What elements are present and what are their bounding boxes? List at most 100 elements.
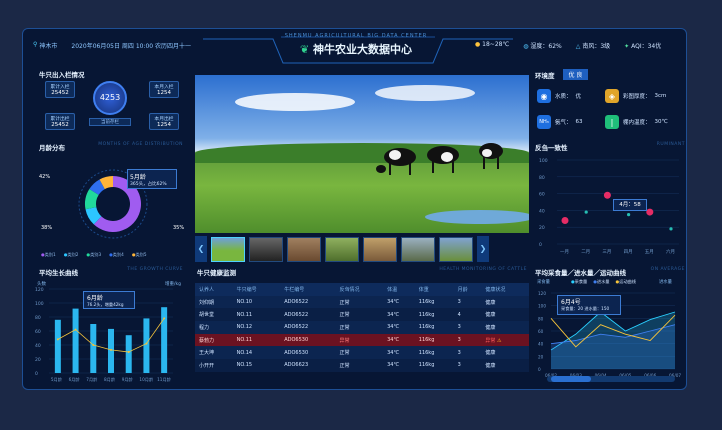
column-header[interactable]: 反刍情况 xyxy=(336,283,384,296)
growth-line-point xyxy=(56,338,59,341)
table-cell: 正常 xyxy=(339,324,350,331)
stat-value: 1254 xyxy=(157,90,171,96)
pct-lower: 38% xyxy=(41,225,53,231)
y-tick-label: 40 xyxy=(35,343,41,349)
table-cell: ADO6530 xyxy=(280,333,336,347)
thumbnail-1[interactable] xyxy=(211,236,245,262)
header-left: ⚲ 神木市 2020年06月05日 周四 10:00 农历四月十一 xyxy=(33,41,191,50)
date: 2020年06月05日 xyxy=(71,43,120,50)
ruminant-title-en: RUMINANT xyxy=(656,142,685,147)
thumbnail-2[interactable] xyxy=(249,236,283,262)
table-cell: 34℃ xyxy=(387,324,400,331)
column-header[interactable]: 牛栏编号 xyxy=(280,283,335,296)
pct-left: 42% xyxy=(39,174,51,180)
thumbnail-4[interactable] xyxy=(325,236,359,262)
table-cell: ADO6522 xyxy=(284,324,309,331)
x-tick-label: 10月龄 xyxy=(139,376,154,383)
table-row[interactable]: 刘仰期 NO.10 ADO6522 正常 34℃ 116kg 3 健康 xyxy=(195,295,529,309)
x-tick-label: 二月 xyxy=(581,249,590,255)
table-cell: 程力 xyxy=(199,324,210,331)
ruminant-title: 反刍一致性 xyxy=(535,144,568,152)
table-cell: 刘仰期 xyxy=(199,299,215,306)
table-cell: 健康 xyxy=(485,350,496,357)
y-tick-label: 0 xyxy=(538,367,541,372)
thumbnail-3[interactable] xyxy=(287,236,321,262)
tooltip-title: 6月龄 xyxy=(87,295,103,302)
env-badge: 优 良 xyxy=(562,69,589,80)
legend-item: ●类别3 xyxy=(86,252,102,257)
table-row[interactable]: 小开开 NO.15 ADO6623 正常 34℃ 116kg 3 健康 xyxy=(195,359,529,372)
humidity-label: 湿度 xyxy=(530,43,543,50)
y-tick-label: 20 xyxy=(539,225,545,231)
growth-ylabel2: 增重/kg xyxy=(165,282,181,287)
stats-title: 牛只出入栏情况 xyxy=(39,71,85,79)
location-pin-icon: ⚲ xyxy=(33,41,38,48)
thumbnail-5[interactable] xyxy=(363,236,397,262)
column-header[interactable]: 牛只编号 xyxy=(233,283,281,296)
x-tick-label: 11月龄 xyxy=(157,376,172,383)
growth-bar xyxy=(161,307,168,373)
legend-item: ●类别1 xyxy=(41,252,56,257)
table-row[interactable]: 程力 NO.12 ADO6522 正常 34℃ 116kg 3 健康 xyxy=(195,321,529,334)
prev-arrow-icon[interactable]: ❮ xyxy=(195,236,207,262)
column-header[interactable]: 体重 xyxy=(415,283,454,296)
table-cell: 116kg xyxy=(418,311,435,318)
health-title: 牛只健康监测 xyxy=(197,269,236,277)
column-header[interactable]: 体温 xyxy=(383,283,415,296)
growth-tooltip: 6月龄 76.2头，增重42kg xyxy=(83,291,135,309)
thumbnail-6[interactable] xyxy=(401,236,435,262)
x-tick-label: 7月龄 xyxy=(86,376,98,383)
y-tick-label: 60 xyxy=(539,192,545,198)
stats-panel: 牛只出入栏情况 累计入栏 25452 本月入栏 1254 累计出栏 25452 本月出… xyxy=(31,69,191,144)
x-tick-label: 五月 xyxy=(645,249,654,255)
stat-card-total-in: 累计入栏 25452 xyxy=(45,81,75,98)
table-cell: 蔡勃力 xyxy=(195,333,233,347)
table-cell: 116kg xyxy=(418,299,435,306)
growth-line-point xyxy=(74,328,77,331)
table-row[interactable]: 胡世堂 NO.11 ADO6522 正常 34℃ 116kg 4 健康 xyxy=(195,308,529,322)
thumbnail-7[interactable] xyxy=(439,236,473,262)
y-tick-label: 120 xyxy=(35,287,44,293)
next-arrow-icon[interactable]: ❯ xyxy=(477,236,489,262)
time: 10:00 xyxy=(135,43,154,50)
age-panel: 月龄分布 MONTHS OF AGE DISTRIBUTION 42% 38% 3… xyxy=(31,142,191,265)
table-cell: 健康 xyxy=(485,312,496,319)
tooltip-text: 采食量：20 进水量：150 xyxy=(561,306,610,311)
tooltip-text: 365头，占比62% xyxy=(130,182,167,187)
temperature: 18~28℃ xyxy=(482,41,510,48)
column-header[interactable]: 月龄 xyxy=(454,283,482,296)
table-cell: 正常 xyxy=(339,362,350,369)
table-cell: 正常 xyxy=(339,350,350,357)
location[interactable]: 神木市 xyxy=(39,41,57,50)
y-tick-label: 40 xyxy=(538,342,544,347)
table-cell: 3 xyxy=(457,349,461,356)
growth-line-point xyxy=(145,342,148,345)
scatter-point xyxy=(646,208,654,216)
x-tick-label: 6月龄 xyxy=(69,376,81,383)
tooltip-title: 5月龄 xyxy=(130,174,146,181)
growth-bar xyxy=(108,328,114,373)
y-tick-label: 40 xyxy=(539,208,545,214)
slider-handle[interactable] xyxy=(551,376,591,382)
table-cell: ADO6530 xyxy=(284,349,309,356)
env-item-ammonia: NH₃ 氨气： 63 xyxy=(537,115,583,129)
column-header[interactable]: 认养人 xyxy=(195,283,233,296)
env-title: 环境度 xyxy=(535,71,555,80)
pasture-photo xyxy=(195,75,529,233)
growth-line-point xyxy=(92,344,95,346)
table-cell: NO.11 xyxy=(236,311,253,318)
table-cell: 116kg xyxy=(414,333,454,347)
table-row[interactable]: 蔡勃力 NO.11 ADO6530 异常 34℃ 116kg 3 异常 ⚠ xyxy=(195,333,529,347)
growth-bar xyxy=(125,335,132,373)
feed-range-slider[interactable] xyxy=(547,376,675,382)
column-header[interactable]: 健康状况 xyxy=(481,283,529,296)
thumbnail-strip: ❮ ❯ xyxy=(195,235,529,263)
health-panel: 牛只健康监测 HEALTH MONITORING OF CATTLE 认养人 牛只编… xyxy=(195,267,529,387)
growth-line-point xyxy=(163,317,166,320)
y-tick-label: 20 xyxy=(35,357,41,363)
table-row[interactable]: 王大坤 NO.14 ADO6530 正常 34℃ 116kg 3 健康 xyxy=(195,346,529,360)
table-cell: 34℃ xyxy=(387,299,400,306)
x-tick-label: 一月 xyxy=(560,249,569,255)
table-cell: ADO6522 xyxy=(284,311,309,318)
growth-ylabel: 头数 xyxy=(37,282,46,287)
